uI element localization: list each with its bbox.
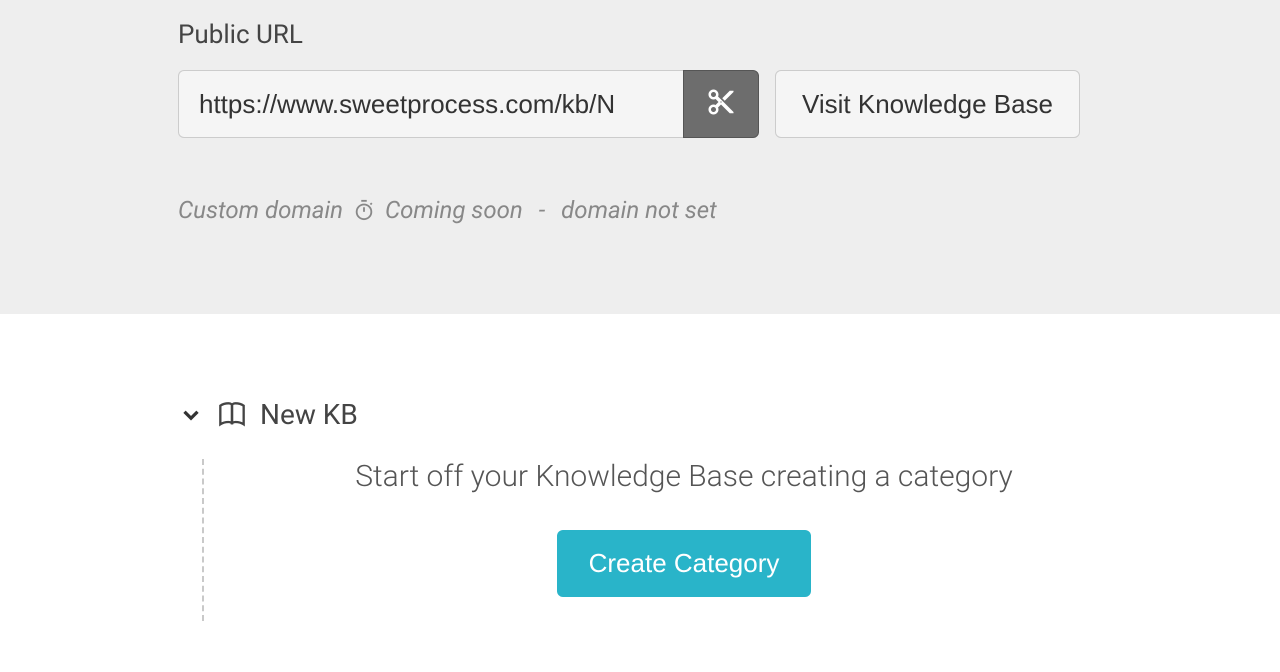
stopwatch-icon <box>353 199 375 221</box>
kb-header: New KB <box>178 398 1280 431</box>
custom-domain-label: Custom domain <box>178 196 343 224</box>
kb-empty-prompt: Start off your Knowledge Base creating a… <box>264 459 1104 494</box>
copy-url-button[interactable] <box>683 70 759 138</box>
kb-structure-section: New KB Start off your Knowledge Base cre… <box>0 314 1280 621</box>
public-url-input[interactable] <box>178 70 683 138</box>
book-icon <box>218 401 246 429</box>
domain-not-set-text: domain not set <box>561 196 717 224</box>
public-url-label: Public URL <box>178 20 1280 50</box>
coming-soon-text: Coming soon <box>385 196 523 224</box>
kb-body: Start off your Knowledge Base creating a… <box>202 459 1280 621</box>
visit-button-label: Visit Knowledge Base <box>802 89 1053 120</box>
url-row: Visit Knowledge Base <box>178 70 1280 138</box>
custom-domain-row: Custom domain Coming soon - domain not s… <box>178 196 1280 224</box>
url-input-group <box>178 70 759 138</box>
create-category-button[interactable]: Create Category <box>557 530 812 597</box>
kb-title: New KB <box>260 398 358 431</box>
domain-separator: - <box>539 196 545 224</box>
create-category-label: Create Category <box>589 548 780 578</box>
chevron-down-icon[interactable] <box>178 402 204 428</box>
visit-knowledge-base-button[interactable]: Visit Knowledge Base <box>775 70 1080 138</box>
scissors-icon <box>706 87 736 121</box>
public-url-section: Public URL Visit Knowledge Base Custom d… <box>0 0 1280 314</box>
